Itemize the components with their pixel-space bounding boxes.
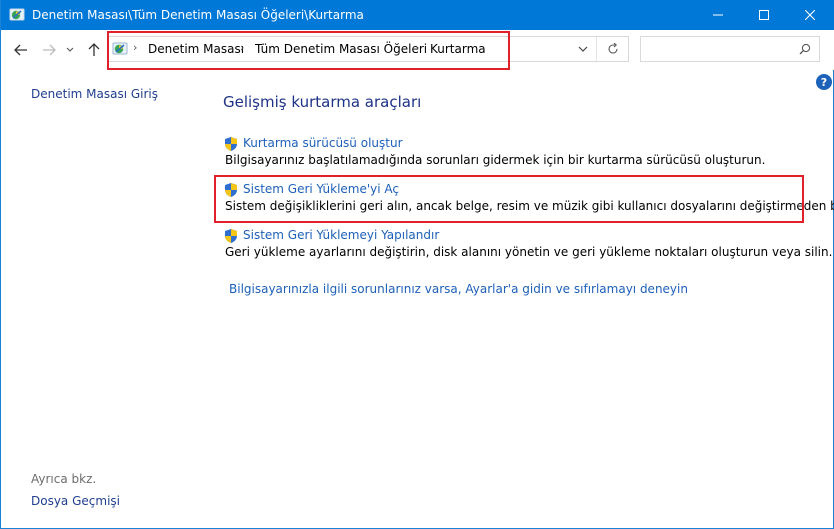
arrow-right-icon: [43, 44, 56, 56]
forward-button[interactable]: [39, 40, 59, 60]
see-also-label: Ayrıca bkz.: [31, 472, 97, 486]
control-panel-icon: [9, 8, 25, 21]
refresh-icon: [608, 43, 618, 54]
search-box[interactable]: [640, 36, 820, 62]
annotation-highlight-system-restore: [214, 175, 804, 223]
title-bar: Denetim Masası\Tüm Denetim Masası Öğeler…: [1, 0, 834, 30]
maximize-button[interactable]: [741, 0, 787, 30]
search-button[interactable]: [795, 40, 815, 58]
close-icon: [805, 10, 815, 20]
chevron-down-icon: [66, 47, 74, 52]
annotation-highlight-address: [107, 31, 510, 70]
reset-pc-settings-link[interactable]: Bilgisayarınızla ilgili sorunlarınız var…: [229, 282, 688, 296]
uac-shield-icon: [225, 229, 237, 243]
page-title: Gelişmiş kurtarma araçları: [223, 93, 422, 111]
window-title: Denetim Masası\Tüm Denetim Masası Öğeler…: [32, 8, 364, 22]
refresh-button[interactable]: [598, 37, 628, 61]
up-button[interactable]: [84, 40, 104, 60]
help-button[interactable]: ?: [816, 74, 832, 90]
task-description: Bilgisayarınız başlatılamadığında sorunl…: [225, 153, 766, 167]
close-button[interactable]: [787, 0, 833, 30]
arrow-left-icon: [14, 44, 27, 56]
address-divider: [596, 37, 597, 61]
file-history-link[interactable]: Dosya Geçmişi: [31, 494, 120, 508]
arrow-up-icon: [88, 43, 100, 56]
maximize-icon: [759, 10, 769, 20]
address-history-button[interactable]: [572, 37, 594, 61]
back-button[interactable]: [11, 40, 31, 60]
control-panel-home-link[interactable]: Denetim Masası Giriş: [31, 87, 158, 101]
uac-shield-icon: [225, 137, 237, 151]
create-recovery-drive-link[interactable]: Kurtarma sürücüsü oluştur: [243, 136, 403, 150]
recent-locations-button[interactable]: [63, 40, 77, 60]
minimize-icon: [713, 14, 723, 16]
window: Denetim Masası\Tüm Denetim Masası Öğeler…: [0, 0, 834, 529]
configure-system-restore-link[interactable]: Sistem Geri Yüklemeyi Yapılandır: [243, 228, 439, 242]
chevron-down-icon: [578, 46, 588, 52]
task-description: Geri yükleme ayarlarını değiştirin, disk…: [225, 245, 833, 259]
search-icon: [799, 43, 811, 55]
minimize-button[interactable]: [695, 0, 741, 30]
